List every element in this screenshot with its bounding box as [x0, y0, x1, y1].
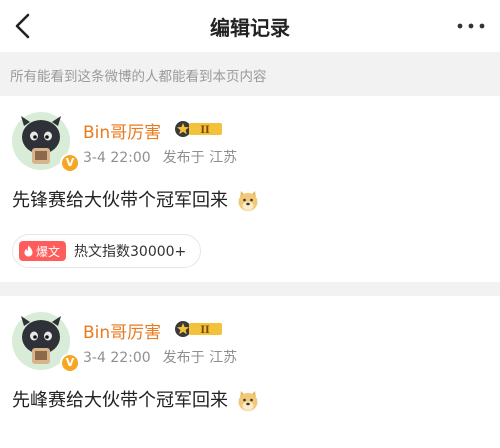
hot-index-label: 热文指数30000+	[74, 244, 187, 260]
post-location: 发布于 江苏	[162, 350, 238, 366]
post-content: 先峰赛给大伙带个冠军回来	[12, 386, 260, 413]
level-text: II	[200, 325, 210, 336]
doge-emoji-icon	[238, 191, 258, 211]
visibility-notice: 所有能看到这条微博的人都能看到本页内容	[0, 52, 500, 96]
post-time: 3-4 22:00	[83, 150, 151, 166]
post-time: 3-4 22:00	[83, 350, 151, 366]
level-badge-icon: II	[175, 321, 222, 337]
post-text: 先锋赛给大伙带个冠军回来	[12, 190, 228, 211]
username[interactable]: Bin哥厉害	[83, 118, 161, 143]
username[interactable]: Bin哥厉害	[83, 318, 161, 343]
avatar[interactable]: V	[12, 112, 80, 173]
post-text: 先峰赛给大伙带个冠军回来	[12, 390, 228, 411]
more-dots-icon[interactable]	[454, 10, 488, 42]
post-location: 发布于 江苏	[162, 150, 238, 166]
edit-record-card: V Bin哥厉害 II 3-4 22:00 发布于 江苏 先峰赛给大伙带个冠军回来	[0, 296, 500, 448]
post-content: 先锋赛给大伙带个冠军回来	[12, 186, 260, 213]
post-meta: 3-4 22:00 发布于 江苏	[83, 347, 237, 367]
level-badge-icon: II	[175, 121, 222, 137]
edit-record-card: V Bin哥厉害 II 3-4 22:00 发布于 江苏 先锋赛给大伙带个冠军回来…	[0, 96, 500, 282]
hot-tag-label: 爆文	[36, 244, 61, 259]
verified-badge-icon: V	[60, 353, 80, 373]
top-nav-bar: 编辑记录	[0, 0, 500, 52]
doge-emoji-icon	[238, 391, 258, 411]
hot-index-pill[interactable]: 爆文 热文指数30000+	[12, 234, 202, 268]
level-text: II	[200, 125, 210, 136]
verified-badge-icon: V	[60, 153, 80, 173]
post-meta: 3-4 22:00 发布于 江苏	[83, 147, 237, 167]
page-title: 编辑记录	[210, 16, 290, 40]
flame-icon	[24, 245, 33, 257]
hot-tag: 爆文	[19, 241, 67, 261]
avatar[interactable]: V	[12, 312, 80, 373]
